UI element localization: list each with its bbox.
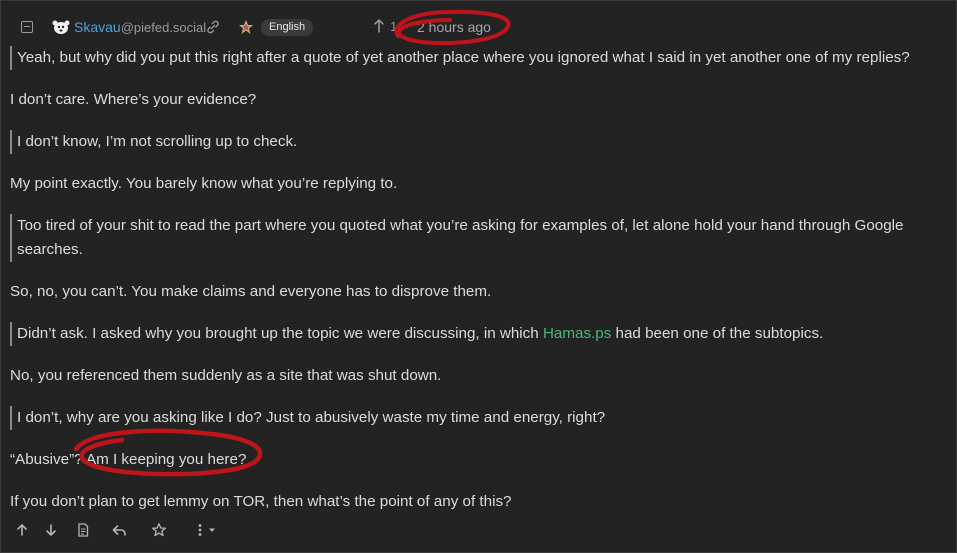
quote-block: I don’t, why are you asking like I do? J…	[10, 406, 945, 430]
author-instance[interactable]: @piefed.social	[121, 20, 206, 35]
paragraph: No, you referenced them suddenly as a si…	[10, 364, 945, 388]
quote-text: Yeah, but why did you put this right aft…	[17, 49, 910, 66]
paragraph-text: I don’t care. Where’s your evidence?	[10, 91, 257, 108]
paragraph-text: No, you referenced them suddenly as a si…	[10, 367, 442, 384]
quote-block: I don’t know, I’m not scrolling up to ch…	[10, 130, 945, 154]
score-count: 1	[390, 19, 398, 34]
paragraph-text: If you don’t plan to get lemmy on TOR, t…	[10, 493, 512, 510]
reply-icon[interactable]	[111, 522, 127, 538]
paragraph: I don’t care. Where’s your evidence?	[10, 88, 945, 112]
author-link[interactable]: Skavau@piefed.social	[74, 19, 206, 35]
paragraph-text: My point exactly. You barely know what y…	[10, 175, 398, 192]
language-icon	[239, 20, 253, 34]
paragraph: If you don’t plan to get lemmy on TOR, t…	[10, 490, 945, 514]
quote-block: Yeah, but why did you put this right aft…	[10, 46, 945, 70]
language-badge: English	[261, 19, 314, 36]
document-icon[interactable]	[75, 522, 91, 538]
paragraph-text: “Abusive”? Am I keeping you here?	[10, 451, 247, 468]
comment-body: Yeah, but why did you put this right aft…	[10, 46, 945, 532]
arrow-up-icon[interactable]	[373, 18, 385, 34]
quote-text: I don’t, why are you asking like I do? J…	[17, 409, 606, 426]
paragraph-text: So, no, you can’t. You make claims and e…	[10, 283, 492, 300]
paragraph: So, no, you can’t. You make claims and e…	[10, 280, 945, 304]
minus-square-icon[interactable]	[21, 21, 33, 33]
avatar-icon[interactable]	[51, 19, 71, 35]
quote-text: Too tired of your shit to read the part …	[17, 217, 904, 258]
quote-block: Too tired of your shit to read the part …	[10, 214, 945, 262]
hamas-link[interactable]: Hamas.ps	[543, 325, 611, 342]
quote-text-before: Didn’t ask. I asked why you brought up t…	[17, 325, 543, 342]
quote-text-after: had been one of the subtopics.	[611, 325, 824, 342]
paragraph: My point exactly. You barely know what y…	[10, 172, 945, 196]
quote-block: Didn’t ask. I asked why you brought up t…	[10, 322, 945, 346]
timestamp[interactable]: 2 hours ago	[417, 19, 491, 35]
quote-text: I don’t know, I’m not scrolling up to ch…	[17, 133, 298, 150]
star-icon[interactable]	[151, 522, 167, 538]
arrow-up-icon[interactable]	[14, 522, 30, 538]
paragraph: “Abusive”? Am I keeping you here?	[10, 448, 945, 472]
author-name[interactable]: Skavau	[74, 19, 121, 35]
separator: ·	[405, 19, 410, 34]
arrow-down-icon[interactable]	[43, 522, 59, 538]
more-icon[interactable]	[194, 522, 220, 538]
comment-actions	[0, 518, 957, 542]
comment-header: Skavau@piefed.social English 1 · 2 hours…	[0, 14, 957, 42]
link-icon[interactable]	[205, 19, 221, 35]
